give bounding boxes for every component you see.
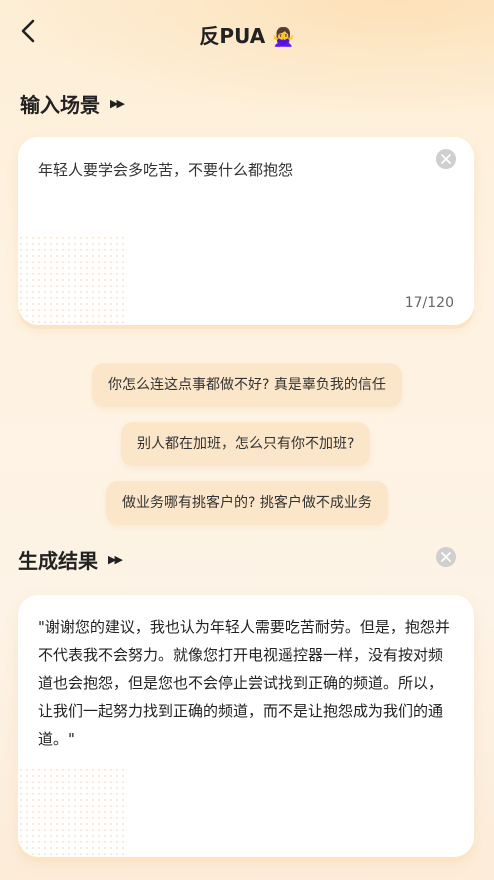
dot-pattern <box>18 767 128 857</box>
gesture-icon: 🙅‍♀️ <box>272 27 295 48</box>
double-play-icon: ▶▶ <box>108 553 123 566</box>
page-title: 反PUA 🙅‍♀️ <box>0 20 494 49</box>
result-section-title-text: 生成结果 <box>18 549 98 573</box>
input-section-title-text: 输入场景 <box>20 93 100 117</box>
result-card: "谢谢您的建议，我也认为年轻人需要吃苦耐劳。但是，抱怨并不代表我不会努力。就像您… <box>18 595 474 857</box>
clear-input-icon[interactable] <box>436 149 456 169</box>
input-section-title: 输入场景 ▶▶ <box>20 89 125 118</box>
dot-pattern <box>18 235 128 325</box>
scenario-input[interactable]: 年轻人要学会多吃苦，不要什么都抱怨 <box>38 159 293 180</box>
result-text: "谢谢您的建议，我也认为年轻人需要吃苦耐劳。但是，抱怨并不代表我不会努力。就像您… <box>38 618 450 748</box>
scenario-input-card[interactable]: 年轻人要学会多吃苦，不要什么都抱怨 17/120 <box>18 137 474 325</box>
char-counter: 17/120 <box>404 295 454 311</box>
suggestion-chip-1[interactable]: 你怎么连这点事都做不好? 真是辜负我的信任 <box>92 363 402 407</box>
page-title-text: 反PUA <box>199 24 266 48</box>
clear-result-icon[interactable] <box>436 547 456 567</box>
suggestion-chip-3[interactable]: 做业务哪有挑客户的? 挑客户做不成业务 <box>106 481 388 525</box>
double-play-icon: ▶▶ <box>110 97 125 110</box>
result-section-title: 生成结果 ▶▶ <box>18 545 123 574</box>
suggestion-chip-2[interactable]: 别人都在加班，怎么只有你不加班? <box>121 422 371 466</box>
